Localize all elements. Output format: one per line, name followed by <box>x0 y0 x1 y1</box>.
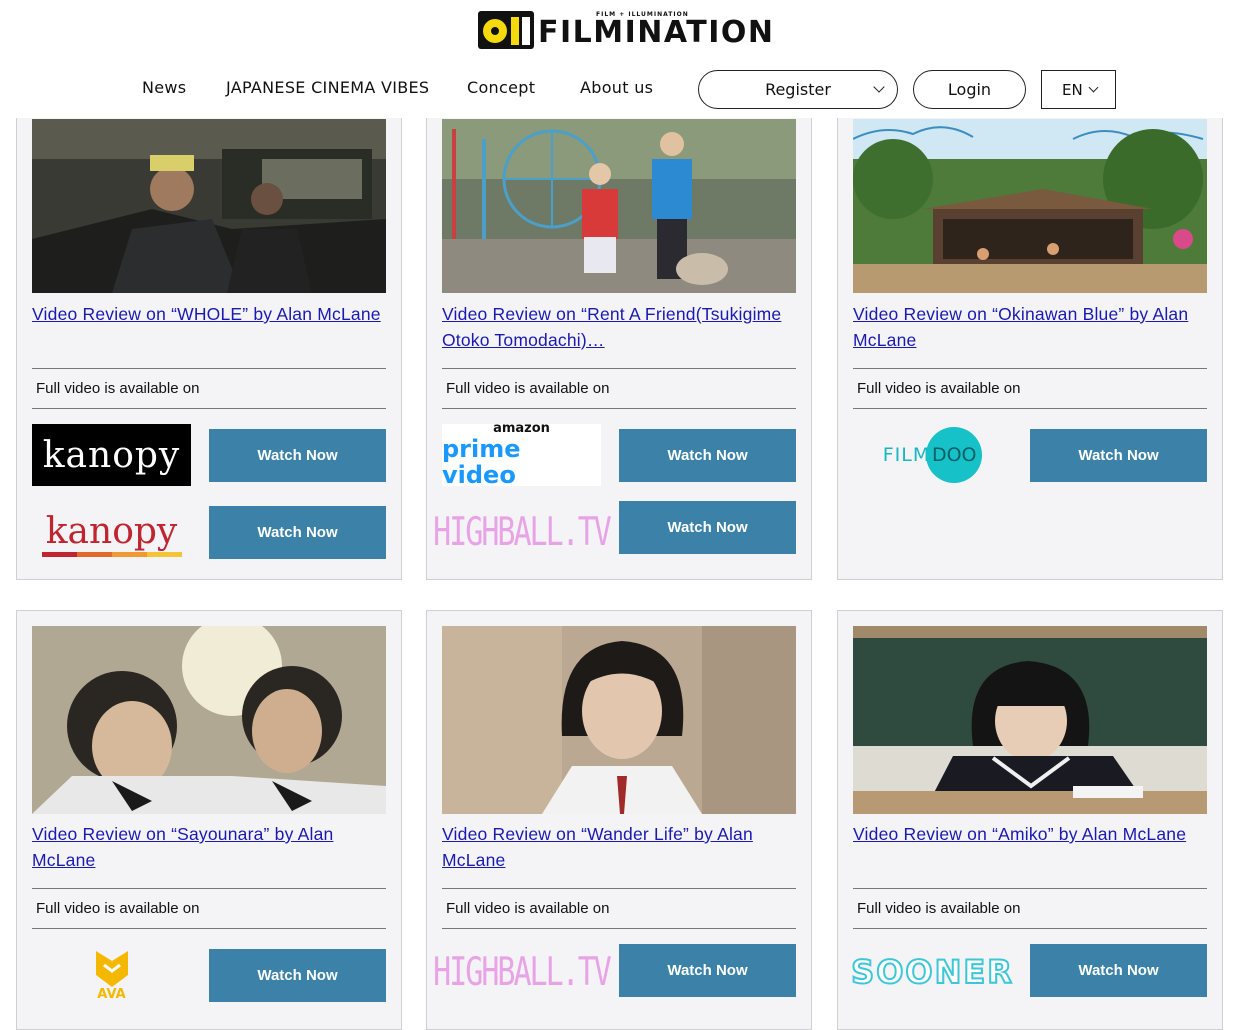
chevron-down-icon <box>1088 82 1099 93</box>
kanopy-logo[interactable]: kanopy <box>32 504 191 566</box>
sooner-logo-text: SOONER <box>850 952 1014 992</box>
divider <box>853 888 1207 889</box>
thumbnail-image[interactable] <box>853 626 1207 814</box>
thumbnail-image[interactable] <box>32 119 386 293</box>
review-card: Video Review on “Sayounara” by Alan McLa… <box>16 610 402 1030</box>
logo-mark-icon <box>478 11 534 49</box>
register-label: Register <box>765 80 831 99</box>
login-button[interactable]: Login <box>913 70 1026 109</box>
nav-japanese-cinema-vibes[interactable]: JAPANESE CINEMA VIBES <box>226 78 429 97</box>
availability-label: Full video is available on <box>446 380 610 397</box>
divider <box>32 888 386 889</box>
watch-now-button[interactable]: Watch Now <box>619 429 796 482</box>
highball-tv-logo-text: HIGHBALL.TV <box>433 509 612 555</box>
review-title-link[interactable]: Video Review on “Wander Life” by Alan Mc… <box>442 821 798 873</box>
thumbnail-image[interactable] <box>853 119 1207 293</box>
availability-label: Full video is available on <box>36 900 200 917</box>
review-title-link[interactable]: Video Review on “Amiko” by Alan McLane <box>853 821 1209 847</box>
availability-label: Full video is available on <box>36 380 200 397</box>
main-nav: News JAPANESE CINEMA VIBES Concept About… <box>0 70 1243 109</box>
watch-now-button[interactable]: Watch Now <box>1030 944 1207 997</box>
divider <box>853 408 1207 409</box>
divider <box>853 368 1207 369</box>
nav-news[interactable]: News <box>142 78 186 97</box>
highball-tv-logo-text: HIGHBALL.TV <box>433 949 612 995</box>
divider <box>853 928 1207 929</box>
thumbnail-image[interactable] <box>442 119 796 293</box>
prime-video-logo-text: prime video <box>442 435 521 489</box>
filmdoo-logo[interactable]: FILM DOO <box>853 424 1012 486</box>
ava-logo-text: AVA <box>97 987 126 1002</box>
availability-label: Full video is available on <box>857 380 1021 397</box>
review-card: Video Review on “Rent A Friend(Tsukigime… <box>426 100 812 580</box>
watch-now-button[interactable]: Watch Now <box>619 944 796 997</box>
ava-logo[interactable]: AVA <box>32 943 191 1005</box>
review-title-link[interactable]: Video Review on “Sayounara” by Alan McLa… <box>32 821 388 873</box>
kanopy-stripe-icon <box>41 552 182 557</box>
divider <box>442 888 796 889</box>
language-label: EN <box>1062 80 1083 99</box>
ava-icon <box>95 951 128 987</box>
watch-now-button[interactable]: Watch Now <box>209 506 386 559</box>
divider <box>32 408 386 409</box>
nav-about-us[interactable]: About us <box>580 78 653 97</box>
prime-video-logo-top: amazon <box>493 421 550 436</box>
nav-concept[interactable]: Concept <box>467 78 535 97</box>
review-card: Video Review on “Amiko” by Alan McLane F… <box>837 610 1223 1030</box>
divider <box>442 408 796 409</box>
availability-label: Full video is available on <box>446 900 610 917</box>
filmdoo-logo-text-a: FILM <box>882 444 931 466</box>
language-select[interactable]: EN <box>1041 70 1116 109</box>
prime-video-logo[interactable]: amazon prime video <box>442 421 601 489</box>
filmdoo-logo-text-b: DOO <box>926 427 983 483</box>
watch-now-button[interactable]: Watch Now <box>209 949 386 1002</box>
register-button[interactable]: Register <box>698 70 898 109</box>
kanopy-logo[interactable]: kanopy <box>32 424 191 486</box>
review-title-link[interactable]: Video Review on “Okinawan Blue” by Alan … <box>853 301 1209 353</box>
login-label: Login <box>947 80 992 99</box>
review-title-link[interactable]: Video Review on “Rent A Friend(Tsukigime… <box>442 301 798 353</box>
site-header: FILM + ILLUMINATION FILMINATION News JAP… <box>0 0 1243 118</box>
divider <box>32 368 386 369</box>
highball-tv-logo[interactable]: HIGHBALL.TV <box>433 941 612 1003</box>
site-logo[interactable]: FILM + ILLUMINATION FILMINATION <box>478 10 775 50</box>
thumbnail-image[interactable] <box>442 626 796 814</box>
availability-label: Full video is available on <box>857 900 1021 917</box>
thumbnail-image[interactable] <box>32 626 386 814</box>
sooner-logo[interactable]: SOONER <box>850 941 1014 1003</box>
watch-now-button[interactable]: Watch Now <box>209 429 386 482</box>
kanopy-logo-text: kanopy <box>42 434 181 476</box>
divider <box>442 368 796 369</box>
review-card: Video Review on “Wander Life” by Alan Mc… <box>426 610 812 1030</box>
highball-tv-logo[interactable]: HIGHBALL.TV <box>433 501 612 563</box>
review-title-link[interactable]: Video Review on “WHOLE” by Alan McLane <box>32 301 388 327</box>
review-card: Video Review on “WHOLE” by Alan McLane F… <box>16 100 402 580</box>
chevron-down-icon <box>873 81 885 93</box>
watch-now-button[interactable]: Watch Now <box>619 501 796 554</box>
kanopy-logo-text: kanopy <box>45 511 178 552</box>
divider <box>442 928 796 929</box>
divider <box>32 928 386 929</box>
logo-wordmark: FILMINATION <box>538 14 775 50</box>
watch-now-button[interactable]: Watch Now <box>1030 429 1207 482</box>
review-card: Video Review on “Okinawan Blue” by Alan … <box>837 100 1223 580</box>
